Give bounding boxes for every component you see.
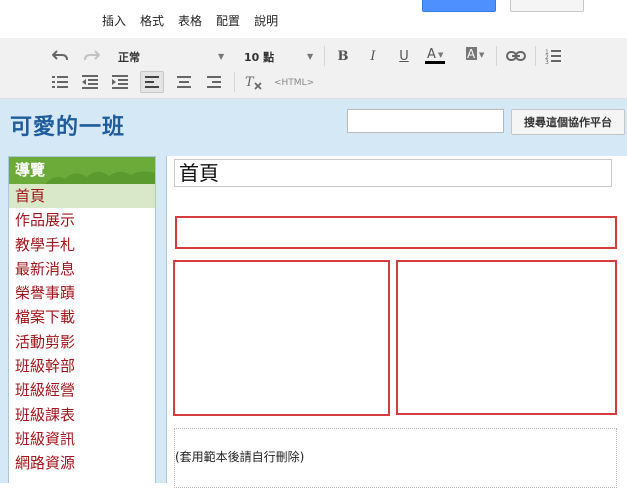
svg-text:T: T <box>245 75 255 90</box>
align-left-icon[interactable] <box>140 71 164 93</box>
chevron-down-icon: ▼ <box>307 52 314 61</box>
menu-bar: 插入 格式 表格 配置 說明 <box>102 12 278 29</box>
italic-icon[interactable]: I <box>364 47 382 65</box>
nav-heading: 導覽 <box>9 157 155 184</box>
template-note: (套用範本後請自行刪除) <box>175 450 305 464</box>
sidebar-item-news[interactable]: 最新消息 <box>9 257 155 281</box>
align-center-icon[interactable] <box>174 73 194 91</box>
font-size-select[interactable]: 10 點 <box>244 49 274 65</box>
toolbar-divider <box>535 46 536 66</box>
search-input[interactable] <box>347 109 504 133</box>
layout-header-region[interactable] <box>175 216 617 249</box>
sidebar-item-class-info[interactable]: 班級資訊 <box>9 427 155 451</box>
menu-insert[interactable]: 插入 <box>102 12 126 29</box>
svg-text:▼: ▼ <box>479 51 485 59</box>
increase-indent-icon[interactable] <box>110 73 130 91</box>
save-button[interactable] <box>422 0 496 12</box>
menu-table[interactable]: 表格 <box>178 12 202 29</box>
highlight-color-icon[interactable]: A ▼ <box>464 45 488 65</box>
nav-heading-label: 導覽 <box>15 161 46 179</box>
sidebar-item-teaching-notes[interactable]: 教學手札 <box>9 233 155 257</box>
site-title[interactable]: 可愛的一班 <box>10 109 125 141</box>
numbered-list-icon[interactable]: 123 <box>543 47 563 65</box>
redo-icon[interactable] <box>82 47 102 65</box>
page-title-field[interactable]: 首頁 <box>174 159 612 187</box>
align-right-icon[interactable] <box>204 73 224 91</box>
layout-right-column[interactable] <box>396 260 617 415</box>
bulleted-list-icon[interactable] <box>50 73 70 91</box>
svg-text:3: 3 <box>545 59 549 64</box>
undo-icon[interactable] <box>50 47 70 65</box>
decrease-indent-icon[interactable] <box>80 73 100 91</box>
sidebar-item-class-schedule[interactable]: 班級課表 <box>9 403 155 427</box>
sidebar-item-class-management[interactable]: 班級經營 <box>9 378 155 402</box>
sidebar-item-downloads[interactable]: 檔案下載 <box>9 305 155 329</box>
paragraph-style-select[interactable]: 正常 <box>118 49 140 65</box>
editor-toolbar: 正常 ▼ 10 點 ▼ B I U A ▼ A ▼ 123 T <HTML> <box>0 38 627 99</box>
html-mode-button[interactable]: <HTML> <box>274 78 314 88</box>
menu-help[interactable]: 說明 <box>254 12 278 29</box>
menu-layout[interactable]: 配置 <box>216 12 240 29</box>
svg-text:A: A <box>467 47 476 61</box>
sidebar-item-home[interactable]: 首頁 <box>9 184 155 209</box>
svg-text:▼: ▼ <box>438 51 444 59</box>
bold-icon[interactable]: B <box>334 47 352 65</box>
sidebar-item-class-officers[interactable]: 班級幹部 <box>9 354 155 378</box>
text-color-icon[interactable]: A ▼ <box>424 45 448 65</box>
underline-icon[interactable]: U <box>395 47 413 65</box>
menu-format[interactable]: 格式 <box>140 12 164 29</box>
cancel-button[interactable] <box>510 0 584 12</box>
svg-text:A: A <box>427 47 436 62</box>
link-icon[interactable] <box>505 47 527 65</box>
sidebar-item-cutoff[interactable] <box>9 476 155 483</box>
site-header: 可愛的一班 搜尋這個協作平台 <box>0 99 627 156</box>
sidebar-item-works[interactable]: 作品展示 <box>9 208 155 232</box>
sidebar-item-activity-photos[interactable]: 活動剪影 <box>9 330 155 354</box>
search-site-button[interactable]: 搜尋這個協作平台 <box>511 109 625 135</box>
sidebar-item-honors[interactable]: 榮譽事蹟 <box>9 281 155 305</box>
top-bar: 插入 格式 表格 配置 說明 <box>0 0 627 38</box>
sidebar-navigation: 導覽 首頁 作品展示 教學手札 最新消息 榮譽事蹟 檔案下載 活動剪影 班級幹部… <box>8 156 156 483</box>
chevron-down-icon: ▼ <box>218 52 225 61</box>
toolbar-divider <box>496 46 497 66</box>
sidebar-item-web-resources[interactable]: 網路資源 <box>9 451 155 475</box>
toolbar-divider <box>234 72 235 92</box>
layout-left-column[interactable] <box>173 260 390 416</box>
toolbar-divider <box>324 46 325 66</box>
grass-decoration-icon <box>45 171 155 184</box>
clear-formatting-icon[interactable]: T <box>244 73 264 91</box>
